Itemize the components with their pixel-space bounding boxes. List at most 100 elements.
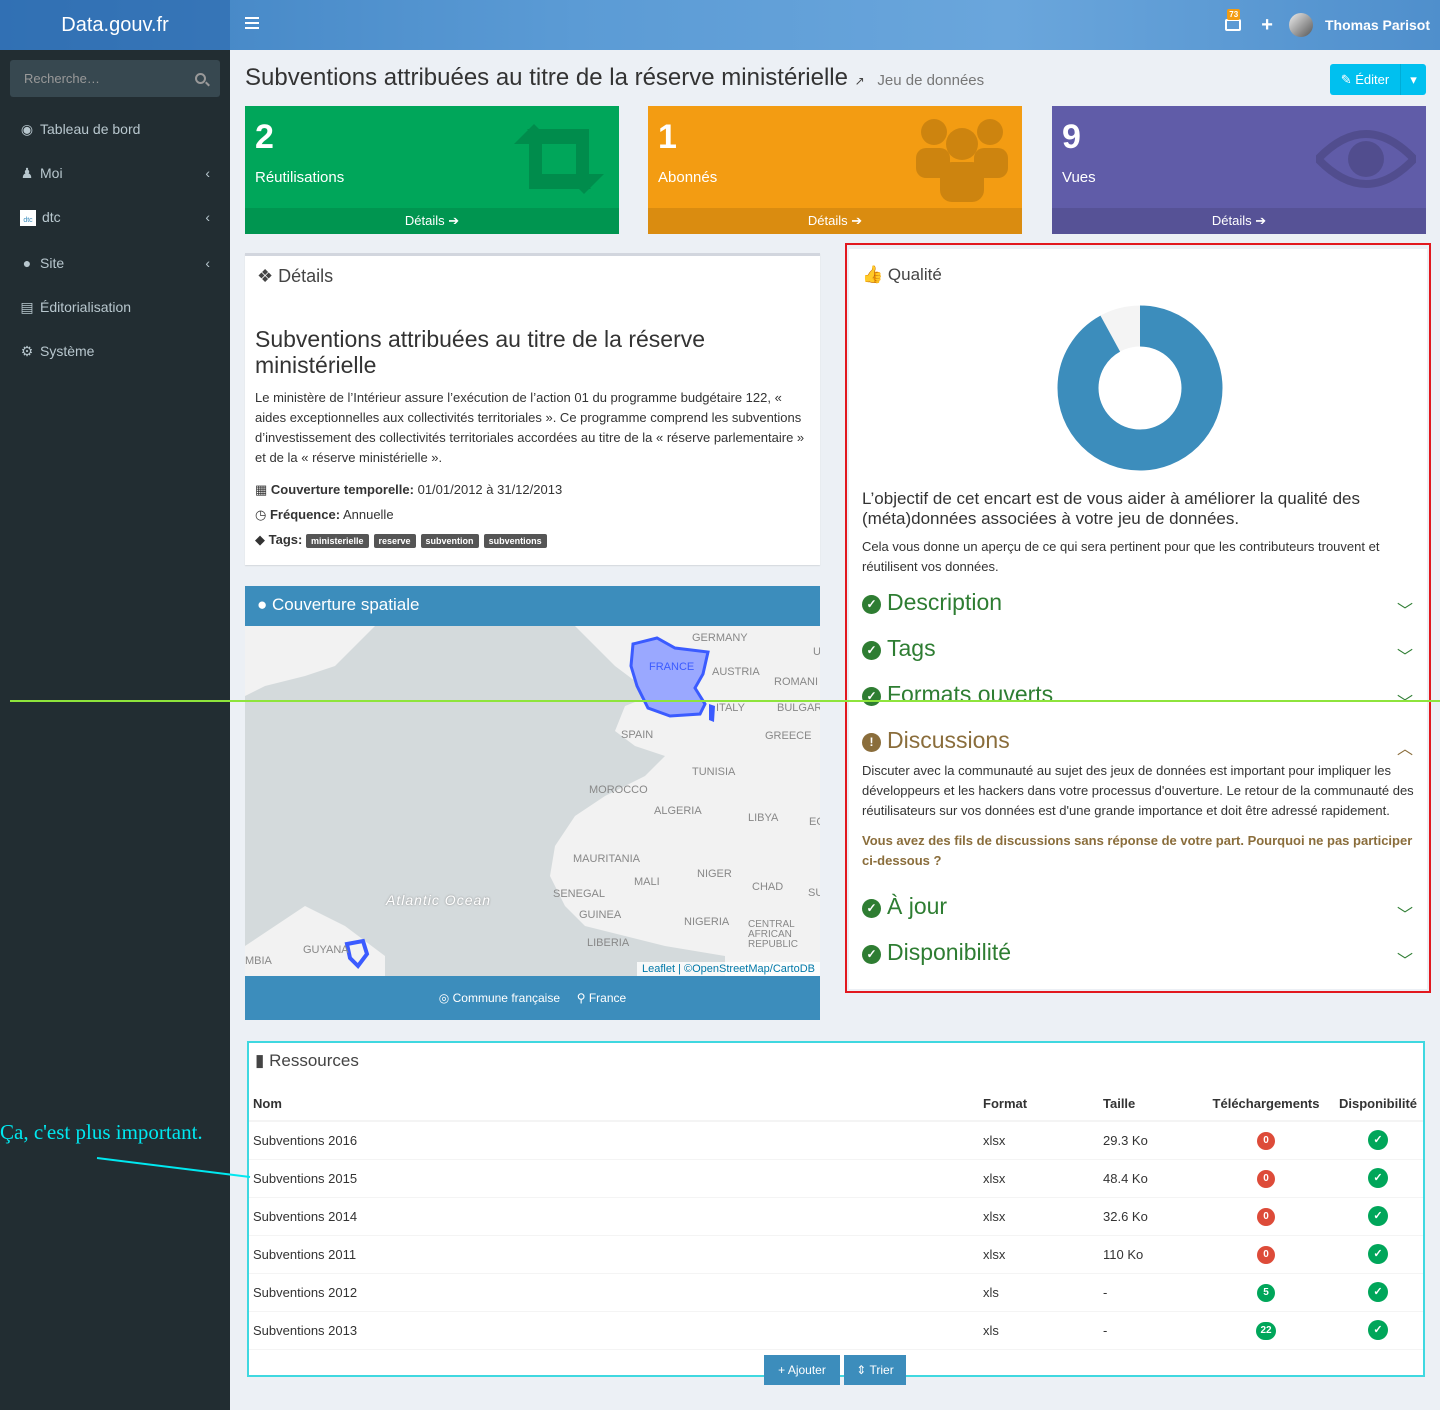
avatar[interactable] (1288, 13, 1313, 37)
sidebar-item-systeme[interactable]: ⚙ Système (0, 329, 230, 373)
sidebar-item-editorialisation[interactable]: ▤ Éditorialisation (0, 285, 230, 329)
stat-label: Abonnés (658, 169, 718, 186)
resource-format: xls (979, 1311, 1099, 1350)
tag[interactable]: ministerielle (305, 534, 369, 548)
chevron-left-icon: ‹ (205, 165, 210, 181)
granularity-icon: ◎ (438, 991, 450, 1005)
stat-details-link[interactable]: Détails ➔ (245, 208, 619, 234)
quality-item-open-formats[interactable]: ✓ Formats ouverts (862, 681, 1053, 708)
search-icon[interactable] (195, 73, 206, 84)
sidebar-item-site[interactable]: ● Site ‹ (0, 241, 230, 285)
quality-item-label: Description (887, 589, 1003, 615)
frequency-label: Fréquence: (269, 507, 341, 522)
search-input[interactable]: Recherche… (10, 60, 220, 97)
frequency-value: Annuelle (342, 507, 394, 522)
tag[interactable]: subvention (420, 534, 479, 548)
zone-value: France (588, 991, 627, 1005)
brand-logo[interactable]: Data.gouv.fr (0, 0, 230, 50)
sidebar-item-label: Moi (40, 165, 63, 181)
tag[interactable]: reserve (373, 534, 416, 548)
external-link-icon[interactable]: ↗ (855, 74, 865, 88)
quality-item-description[interactable]: ✓ Description (862, 589, 1002, 616)
check-circle-icon: ✓ (862, 595, 881, 614)
check-circle-icon: ✓ (862, 687, 881, 706)
sidebar-toggle-icon[interactable] (245, 17, 259, 29)
eye-icon (1316, 130, 1416, 188)
dashboard-icon: ◉ (20, 121, 34, 137)
arrow-circle-right-icon: ➔ (851, 213, 863, 228)
downloads-badge: 0 (1257, 1169, 1275, 1188)
table-row[interactable]: Subventions 2016 xlsx 29.3 Ko 0 ✓ (249, 1121, 1423, 1160)
resource-name[interactable]: Subventions 2016 (249, 1121, 979, 1160)
add-resource-button[interactable]: + Ajouter (764, 1355, 840, 1385)
frequency: ◷ Fréquence: Annuelle (255, 507, 394, 523)
tags-icon: ◆ (255, 532, 265, 547)
resource-name[interactable]: Subventions 2012 (249, 1273, 979, 1312)
column-header[interactable]: Format (979, 1087, 1099, 1122)
stat-label: Vues (1062, 169, 1096, 186)
available-check-icon: ✓ (1368, 1206, 1388, 1226)
resource-name[interactable]: Subventions 2014 (249, 1197, 979, 1236)
stat-details-link[interactable]: Détails ➔ (648, 208, 1022, 234)
column-header[interactable]: Taille (1099, 1087, 1199, 1122)
quality-item-tags[interactable]: ✓ Tags (862, 635, 936, 662)
stat-footer-label: Détails (404, 213, 445, 228)
page-title-text[interactable]: Subventions attribuées au titre de la ré… (245, 64, 848, 91)
user-name[interactable]: Thomas Parisot (1325, 17, 1430, 33)
chevron-down-icon[interactable]: ﹀ (1397, 947, 1413, 971)
chevron-left-icon: ‹ (205, 255, 210, 271)
resource-name[interactable]: Subventions 2011 (249, 1235, 979, 1274)
table-row[interactable]: Subventions 2013 xls - 22 ✓ (249, 1311, 1423, 1350)
annotation-line (10, 700, 1440, 702)
add-icon[interactable]: + (1261, 14, 1273, 37)
quality-item-up-to-date[interactable]: ✓ À jour (862, 893, 947, 920)
tag[interactable]: subventions (483, 534, 547, 548)
resources-box: ▮ Ressources Nom Format Taille Télécharg… (247, 1041, 1425, 1377)
dataset-heading: Subventions attribuées au titre de la ré… (255, 326, 706, 378)
check-circle-icon: ✓ (862, 641, 881, 660)
sidebar-item-dashboard[interactable]: ◉ Tableau de bord (0, 107, 230, 151)
chevron-up-icon[interactable]: ︿ (1397, 735, 1413, 759)
edit-button[interactable]: ✎ Éditer (1330, 64, 1400, 95)
chevron-down-icon[interactable]: ﹀ (1397, 643, 1413, 667)
map-attribution[interactable]: Leaflet | ©OpenStreetMap/CartoDB (637, 962, 820, 976)
sort-resources-button[interactable]: ⇕ Trier (844, 1355, 906, 1385)
quality-item-availability[interactable]: ✓ Disponibilité (862, 939, 1011, 966)
map[interactable]: GERMANY FRANCE AUSTRIA ROMANI ITALY BULG… (245, 626, 820, 976)
column-header[interactable]: Nom (249, 1087, 979, 1122)
sidebar-item-moi[interactable]: ♟ Moi ‹ (0, 151, 230, 195)
mail-icon[interactable]: 73 (1225, 9, 1242, 31)
resources-title-text: Ressources (269, 1051, 359, 1070)
downloads-badge: 0 (1257, 1131, 1275, 1150)
chevron-down-icon[interactable]: ﹀ (1397, 597, 1413, 621)
resource-name[interactable]: Subventions 2013 (249, 1311, 979, 1350)
downloads-badge: 22 (1256, 1321, 1276, 1340)
map-label: SU (808, 887, 820, 899)
sidebar-item-dtc[interactable]: dtc dtc ‹ (0, 195, 230, 239)
spatial-coverage-title: ● Couverture spatiale (257, 595, 419, 615)
sidebar-item-label: dtc (42, 209, 61, 225)
tags-label: Tags: (268, 532, 303, 547)
chevron-down-icon[interactable]: ﹀ (1397, 901, 1413, 925)
page-subtitle: Jeu de données (877, 72, 985, 89)
column-header[interactable]: Téléchargements (1199, 1087, 1329, 1122)
check-circle-icon: ✓ (862, 899, 881, 918)
table-row[interactable]: Subventions 2014 xlsx 32.6 Ko 0 ✓ (249, 1197, 1423, 1236)
resource-format: xlsx (979, 1159, 1099, 1198)
resources-title: ▮ Ressources (255, 1051, 359, 1071)
dataset-description: Le ministère de l’Intérieur assure l’exé… (255, 390, 805, 465)
quality-donut-chart (1057, 305, 1223, 471)
stat-details-link[interactable]: Détails ➔ (1052, 208, 1426, 234)
resource-name[interactable]: Subventions 2015 (249, 1159, 979, 1198)
resource-size: - (1099, 1273, 1199, 1312)
edit-dropdown-button[interactable]: ▾ (1400, 64, 1426, 95)
map-label: LIBYA (748, 812, 779, 824)
table-row[interactable]: Subventions 2015 xlsx 48.4 Ko 0 ✓ (249, 1159, 1423, 1198)
table-row[interactable]: Subventions 2012 xls - 5 ✓ (249, 1273, 1423, 1312)
downloads-badge: 0 (1257, 1207, 1275, 1226)
table-row[interactable]: Subventions 2011 xlsx 110 Ko 0 ✓ (249, 1235, 1423, 1274)
quality-item-discussions[interactable]: ! Discussions (862, 727, 1010, 754)
column-header[interactable]: Disponibilité (1329, 1087, 1423, 1122)
quality-title-text: Qualité (887, 265, 942, 284)
map-label: ITALY (716, 702, 745, 714)
